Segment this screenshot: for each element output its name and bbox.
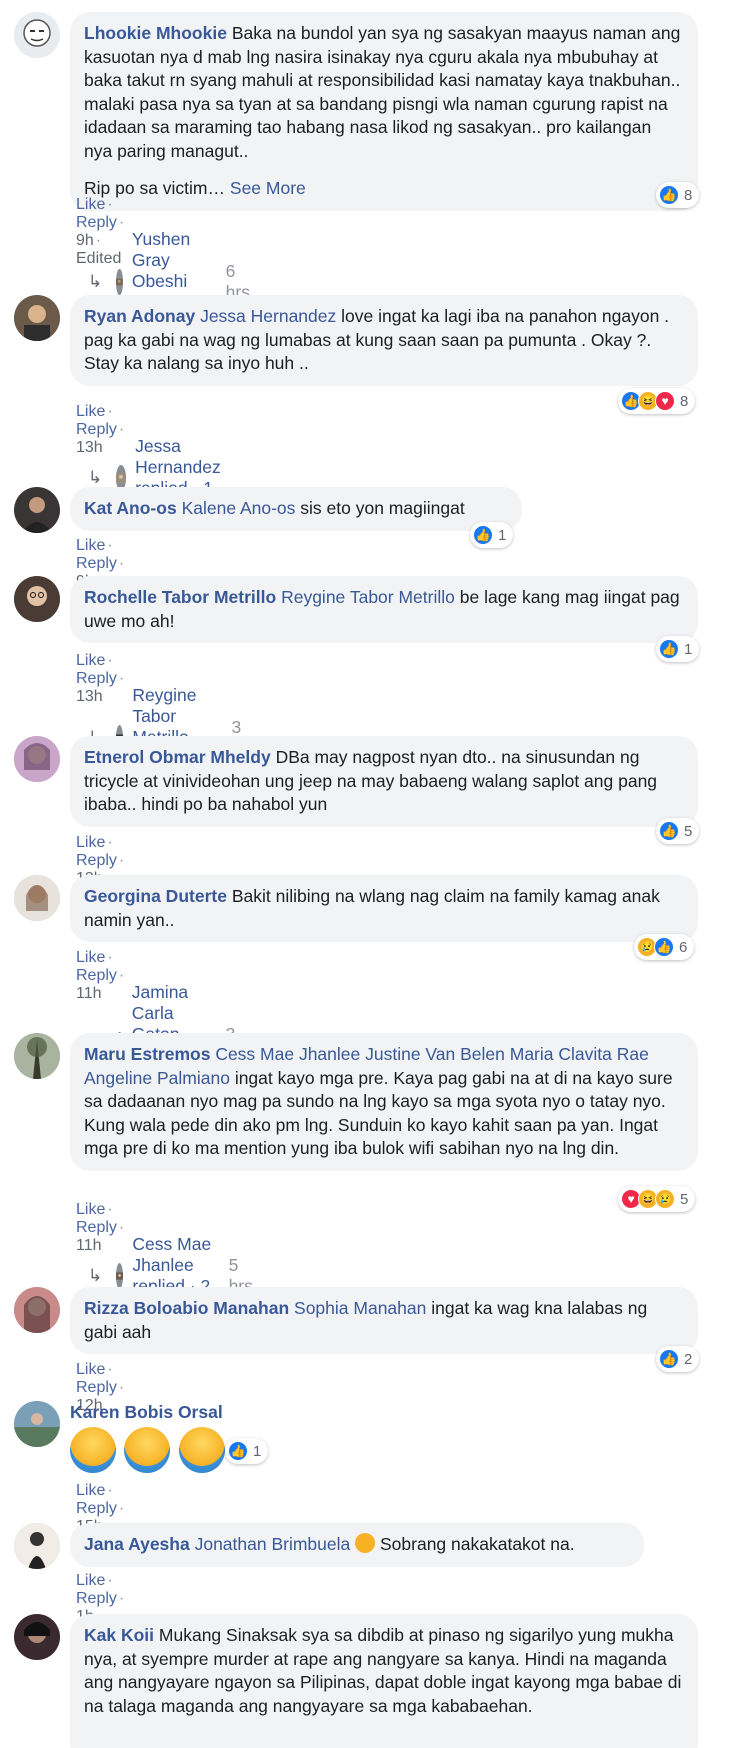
mention-link[interactable]: Kalene Ano-os	[182, 498, 296, 518]
avatar[interactable]	[14, 576, 60, 622]
like-reaction-icon: 👍	[228, 1441, 248, 1461]
mention-link[interactable]: Sophia Manahan	[294, 1298, 426, 1318]
like-link[interactable]: Like	[76, 652, 105, 669]
avatar[interactable]	[14, 12, 60, 58]
like-link[interactable]: Like	[76, 949, 105, 966]
like-link[interactable]: Like	[76, 1482, 105, 1499]
comment-bubble: Rochelle Tabor Metrillo Reygine Tabor Me…	[70, 576, 698, 643]
reply-link[interactable]: Reply	[76, 1590, 117, 1607]
comment-author[interactable]: Kak Koii	[84, 1625, 154, 1645]
reply-arrow-icon: ↳	[88, 468, 103, 487]
reply-arrow-icon: ↳	[88, 271, 103, 291]
like-link[interactable]: Like	[76, 1361, 105, 1378]
avatar	[116, 1263, 124, 1289]
scream-emoji-icon	[70, 1427, 116, 1473]
like-reaction-icon: 👍	[659, 639, 679, 659]
like-reaction-icon: 👍	[659, 185, 679, 205]
reaction-count[interactable]: 👍 😆 ♥ 8	[618, 388, 696, 414]
like-link[interactable]: Like	[76, 196, 105, 213]
mention-link[interactable]: Jessa Hernandez	[200, 306, 336, 326]
reaction-count[interactable]: 👍 8	[656, 182, 700, 208]
like-reaction-icon: 👍	[659, 1349, 679, 1369]
comment-bubble: Etnerol Obmar Mheldy DBa may nagpost nya…	[70, 736, 698, 827]
comment-author[interactable]: Kat Ano-os	[84, 498, 177, 518]
like-link[interactable]: Like	[76, 1201, 105, 1218]
comment-text-2: Rip po sa victim…	[84, 178, 226, 198]
see-more-link[interactable]: See More	[230, 178, 306, 198]
comment-bubble: Georgina Duterte Bakit nilibing na wlang…	[70, 875, 698, 942]
avatar	[116, 268, 123, 295]
reaction-count[interactable]: 👍 1	[470, 522, 514, 548]
avatar[interactable]	[14, 1523, 60, 1569]
comment-author[interactable]: Georgina Duterte	[84, 886, 227, 906]
like-reaction-icon: 👍	[654, 937, 674, 957]
sticker-emojis	[70, 1427, 229, 1478]
like-link[interactable]: Like	[76, 1572, 105, 1589]
comment-text: sis eto yon magiingat	[300, 498, 465, 518]
comment-author[interactable]: Rizza Boloabio Manahan	[84, 1298, 289, 1318]
avatar[interactable]	[14, 295, 60, 341]
reaction-count[interactable]: 👍 2	[656, 1346, 700, 1372]
reply-arrow-icon: ↳	[88, 1266, 103, 1285]
avatar[interactable]	[14, 1614, 60, 1660]
reaction-count[interactable]: ♥ 😆 😢 5	[618, 1186, 696, 1212]
mention-link[interactable]: Reygine Tabor Metrillo	[281, 587, 455, 607]
reply-link[interactable]: Reply	[76, 1500, 117, 1517]
comment-author[interactable]: Ryan Adonay	[84, 306, 195, 326]
like-reaction-icon: 👍	[473, 525, 493, 545]
comment-text: Sobrang nakakatakot na.	[380, 1534, 575, 1554]
reply-link[interactable]: Reply	[76, 1379, 117, 1396]
comment-bubble: Kat Ano-os Kalene Ano-os sis eto yon mag…	[70, 487, 522, 531]
comment-bubble: Ryan Adonay Jessa Hernandez love ingat k…	[70, 295, 698, 386]
comment-bubble: Lhookie Mhookie Baka na bundol yan sya n…	[70, 12, 698, 211]
like-reaction-icon: 👍	[659, 821, 679, 841]
avatar[interactable]	[14, 736, 60, 782]
comment-author[interactable]: Jana Ayesha	[84, 1534, 190, 1554]
avatar[interactable]	[14, 1033, 60, 1079]
reply-link[interactable]: Reply	[76, 555, 117, 572]
reaction-count[interactable]: 👍 1	[656, 636, 700, 662]
reply-link[interactable]: Reply	[76, 852, 117, 869]
reaction-count[interactable]: 😢 👍 6	[634, 934, 695, 960]
comment-text: Baka na bundol yan sya ng sasakyan maayu…	[84, 23, 681, 161]
comment-author[interactable]: Rochelle Tabor Metrillo	[84, 587, 276, 607]
reaction-count[interactable]: 👍 5	[656, 818, 700, 844]
comment-bubble: Rizza Boloabio Manahan Sophia Manahan in…	[70, 1287, 698, 1354]
avatar[interactable]	[14, 875, 60, 921]
comment-text: Mukang Sinaksak sya sa dibdib at pinaso …	[84, 1625, 682, 1716]
comment-author[interactable]: Etnerol Obmar Mheldy	[84, 747, 271, 767]
comment-bubble: Jana Ayesha Jonathan Brimbuela Sobrang n…	[70, 1523, 644, 1567]
avatar[interactable]	[14, 487, 60, 533]
avatar[interactable]	[14, 1401, 60, 1447]
comment-bubble: Kak Koii Mukang Sinaksak sya sa dibdib a…	[70, 1614, 698, 1748]
mention-link[interactable]: Jonathan Brimbuela	[195, 1534, 351, 1554]
comment-bubble: Maru Estremos Cess Mae Jhanlee Justine V…	[70, 1033, 698, 1171]
worried-emoji-icon	[355, 1533, 376, 1553]
like-link[interactable]: Like	[76, 834, 105, 851]
sad-reaction-icon: 😢	[655, 1189, 675, 1209]
avatar[interactable]	[14, 1287, 60, 1333]
comment-author[interactable]: Karen Bobis Orsal	[70, 1402, 223, 1422]
scream-emoji-icon	[124, 1427, 171, 1473]
like-link[interactable]: Like	[76, 537, 105, 554]
reaction-count[interactable]: 👍 1	[225, 1438, 269, 1464]
like-link[interactable]: Like	[76, 403, 105, 420]
scream-emoji-icon	[178, 1427, 225, 1473]
comment-author[interactable]: Maru Estremos	[84, 1044, 210, 1064]
love-reaction-icon: ♥	[655, 391, 675, 411]
comment-author[interactable]: Lhookie Mhookie	[84, 23, 227, 43]
